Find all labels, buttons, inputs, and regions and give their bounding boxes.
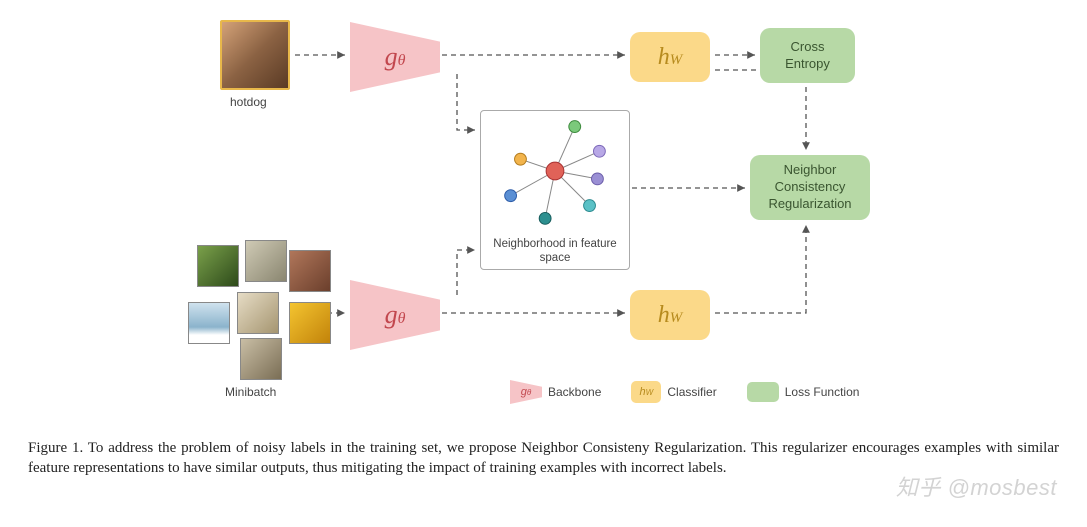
input-image-single (220, 20, 290, 90)
loss-label: Neighbor Consistency Regularization (768, 162, 851, 213)
neighbor-node (515, 153, 527, 165)
neighbor-node (593, 145, 605, 157)
legend-classifier: hW Classifier (631, 381, 716, 403)
loss-ncr: Neighbor Consistency Regularization (750, 155, 870, 220)
diagram-area: hotdog Minibatch gθ gθ (170, 10, 930, 420)
minibatch-thumb (197, 245, 239, 287)
neighbor-node (592, 173, 604, 185)
backbone-bottom: gθ (350, 280, 440, 350)
loss-label: Cross Entropy (785, 39, 830, 73)
neighbor-node (505, 190, 517, 202)
classifier-symbol: hW (658, 44, 683, 71)
minibatch-label: Minibatch (225, 385, 276, 399)
backbone-top: gθ (350, 22, 440, 92)
legend-backbone: gθ Backbone (510, 380, 601, 404)
minibatch-cluster (185, 240, 325, 360)
input-image-label: hotdog (230, 95, 267, 109)
minibatch-thumb (289, 250, 331, 292)
center-node (546, 162, 564, 180)
legend-backbone-label: Backbone (548, 385, 601, 399)
neighbor-node (539, 212, 551, 224)
neighbor-node (569, 121, 581, 133)
classifier-symbol: hW (658, 302, 683, 329)
legend-classifier-icon: hW (631, 381, 661, 403)
minibatch-thumb (240, 338, 282, 380)
classifier-bottom: hW (630, 290, 710, 340)
backbone-symbol: gθ (385, 300, 406, 330)
legend-loss: Loss Function (747, 382, 860, 402)
legend-loss-label: Loss Function (785, 385, 860, 399)
backbone-symbol: gθ (385, 42, 406, 72)
neighborhood-graph (481, 111, 629, 231)
legend: gθ Backbone hW Classifier Loss Function (510, 380, 859, 404)
neighbor-node (584, 200, 596, 212)
legend-backbone-icon: gθ (510, 380, 542, 404)
neighborhood-caption: Neighborhood in feature space (481, 236, 629, 268)
loss-cross-entropy: Cross Entropy (760, 28, 855, 83)
minibatch-thumb (289, 302, 331, 344)
figure-caption: Figure 1. To address the problem of nois… (28, 438, 1059, 479)
neighborhood-panel: Neighborhood in feature space (480, 110, 630, 270)
minibatch-thumb (245, 240, 287, 282)
minibatch-thumb (188, 302, 230, 344)
classifier-top: hW (630, 32, 710, 82)
legend-loss-icon (747, 382, 779, 402)
legend-classifier-label: Classifier (667, 385, 716, 399)
minibatch-thumb (237, 292, 279, 334)
